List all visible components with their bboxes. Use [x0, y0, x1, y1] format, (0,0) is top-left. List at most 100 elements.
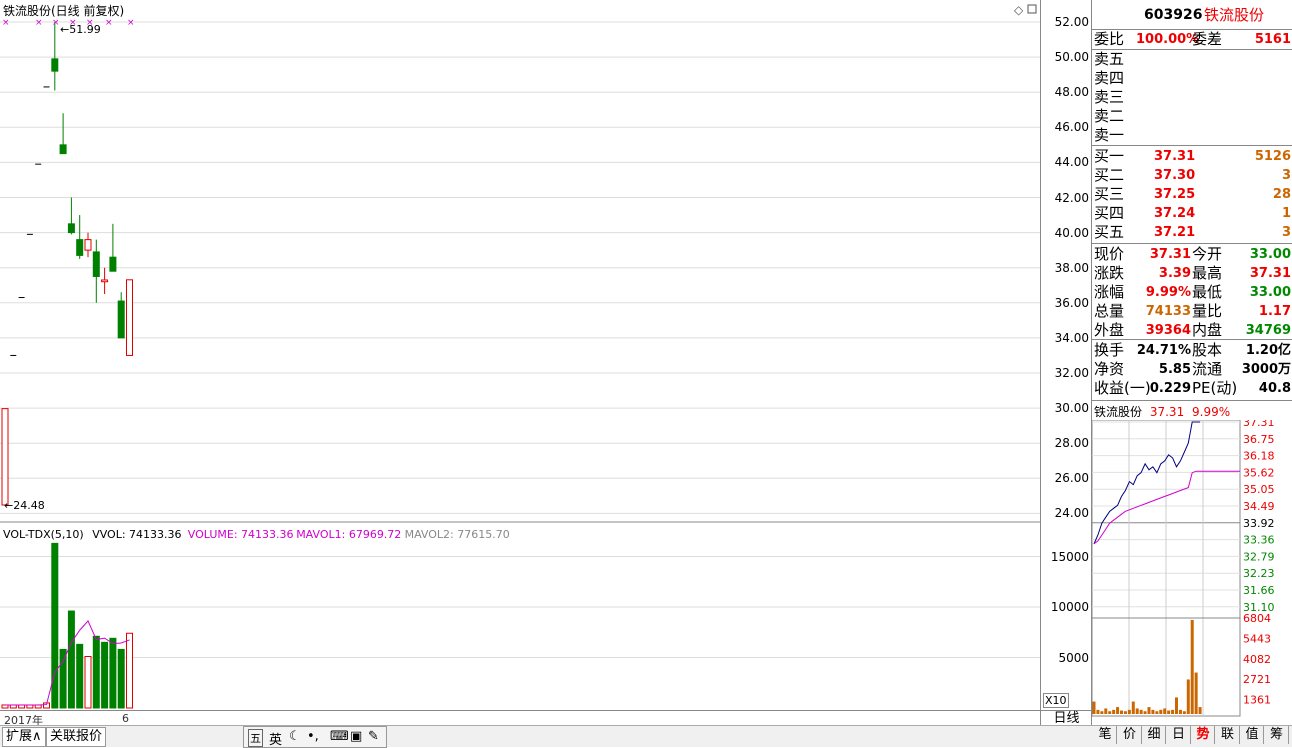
- mini-price-tick: 33.92: [1243, 517, 1275, 530]
- toolbox-icon[interactable]: ▣: [350, 729, 362, 744]
- price-tick-label: 30.00: [1054, 401, 1089, 416]
- stat-value: 37.31: [1249, 266, 1291, 281]
- stat-row: 外盘 39364 内盘 34769: [1094, 321, 1291, 340]
- wrench-icon[interactable]: ✎: [368, 729, 379, 744]
- stat-label: 涨幅: [1094, 283, 1125, 301]
- price-tick-label: 50.00: [1054, 50, 1089, 65]
- candle-body: [126, 279, 133, 356]
- price-tick-label: 40.00: [1054, 225, 1089, 240]
- candle-body: [92, 251, 100, 277]
- tab-expand[interactable]: 扩展∧: [2, 727, 46, 747]
- right-tab[interactable]: 联: [1217, 726, 1240, 744]
- bid-volume: 5126: [1254, 149, 1291, 164]
- price-tick-label: 42.00: [1054, 190, 1089, 205]
- mini-pct: 9.99%: [1192, 405, 1231, 419]
- period-label[interactable]: 日线: [1040, 710, 1092, 726]
- divider: [1092, 400, 1292, 401]
- event-marker: ×: [35, 18, 43, 28]
- stat-label: 今开: [1192, 245, 1223, 263]
- stat-row: 总量 74133 量比 1.17: [1094, 302, 1291, 321]
- ask-label: 卖二: [1094, 107, 1125, 125]
- price-tick-label: 34.00: [1054, 330, 1089, 345]
- candle-body: [101, 279, 109, 283]
- right-tabs: 笔价细日势联值筹: [1091, 725, 1292, 746]
- event-marker: ×: [127, 18, 135, 28]
- right-tab[interactable]: 笔: [1094, 726, 1117, 744]
- stat-value: 37.31: [1149, 247, 1191, 262]
- volume-header-3: MAVOL1: 67969.72: [296, 528, 401, 541]
- ask-label: 卖三: [1094, 88, 1125, 106]
- stat-value: 74133: [1145, 304, 1191, 319]
- divider: [1092, 339, 1292, 340]
- price-tick-label: 38.00: [1054, 260, 1089, 275]
- punctuation-icon[interactable]: •,: [307, 729, 319, 744]
- bid-row: 买二 37.30 3: [1094, 166, 1291, 185]
- ime-english-icon[interactable]: 英: [269, 729, 282, 748]
- volume-header-1: VVOL: 74133.36: [92, 528, 181, 541]
- price-tick-label: 26.00: [1054, 471, 1089, 486]
- date-axis-month: 6: [122, 712, 129, 725]
- mini-volume-tick: 1361: [1243, 694, 1271, 707]
- candle-body: [117, 300, 125, 339]
- diamond-icon: ◇: [1014, 3, 1024, 17]
- price-tick-label: 48.00: [1054, 85, 1089, 100]
- mini-price-tick: 35.62: [1243, 466, 1275, 479]
- moon-icon[interactable]: ☾: [289, 729, 301, 744]
- stat-value: 1.17: [1258, 304, 1291, 319]
- maximize-icon: [1027, 4, 1037, 14]
- mini-price-tick: 36.18: [1243, 450, 1275, 463]
- bid-row: 买四 37.24 1: [1094, 204, 1291, 223]
- ask-row: 卖二: [1094, 107, 1291, 126]
- bid-price: 37.31: [1154, 149, 1196, 164]
- candle-body: [67, 223, 75, 234]
- candle-body: [109, 256, 117, 272]
- mini-price-tick: 32.79: [1243, 550, 1275, 563]
- right-tab[interactable]: 价: [1119, 726, 1142, 744]
- candle-body: [1, 408, 9, 506]
- bid-volume: 28: [1272, 187, 1291, 202]
- ime-wubi-icon[interactable]: 五: [248, 729, 263, 747]
- stat-label: 外盘: [1094, 321, 1125, 339]
- mini-price-tick: 34.49: [1243, 500, 1275, 513]
- stat-label: 涨跌: [1094, 264, 1125, 282]
- price-tick-label: 44.00: [1054, 155, 1089, 170]
- max-price-label: ←51.99: [60, 23, 101, 36]
- keyboard-icon[interactable]: ⌨: [330, 729, 349, 744]
- stat-label: 现价: [1094, 245, 1125, 263]
- right-tab[interactable]: 日: [1168, 726, 1191, 744]
- mini-price-tick: 32.23: [1243, 567, 1275, 580]
- stat-value: 9.99%: [1145, 285, 1191, 300]
- volume-header-2: VOLUME: 74133.36: [188, 528, 294, 541]
- mini-price-tick: 33.36: [1243, 534, 1275, 547]
- fundamental-row: 收益(一) 0.229 PE(动) 40.8: [1094, 379, 1291, 398]
- right-tab[interactable]: 筹: [1266, 726, 1289, 744]
- mini-price-tick: 36.75: [1243, 433, 1275, 446]
- ask-row: 卖三: [1094, 88, 1291, 107]
- stat-value: 34769: [1245, 323, 1291, 338]
- price-tick-label: 28.00: [1054, 436, 1089, 451]
- fund-label: PE(动): [1192, 379, 1238, 397]
- stat-label: 最低: [1192, 283, 1223, 301]
- price-tick-label: 24.00: [1054, 506, 1089, 521]
- price-tick-label: 32.00: [1054, 366, 1089, 380]
- ask-row: 卖四: [1094, 69, 1291, 88]
- right-tab[interactable]: 值: [1241, 726, 1264, 744]
- volume-tick-label: 15000: [1050, 549, 1089, 564]
- bid-label: 买三: [1094, 185, 1125, 203]
- right-tab[interactable]: 细: [1143, 726, 1166, 744]
- stat-label: 总量: [1094, 302, 1125, 320]
- volume-multiplier: X10: [1043, 693, 1069, 708]
- bid-volume: 3: [1281, 225, 1291, 240]
- kline-chart[interactable]: 铁流股份(日线 前复权) ◇ × × × × × × × ←51.99 ←24.48 VOL-TDX(…: [0, 0, 1040, 712]
- volume-bar: [76, 643, 84, 709]
- bid-price: 37.25: [1154, 187, 1196, 202]
- mini-average-line: [1093, 470, 1240, 545]
- intraday-chart[interactable]: 37.31 36.75 36.18 35.62 35.05 34.49 33.92 33.36…: [1092, 420, 1292, 720]
- volume-bar: [109, 637, 117, 709]
- price-tick-label: 52.00: [1054, 15, 1089, 29]
- tab-related-quote[interactable]: 关联报价: [46, 727, 107, 747]
- bid-label: 买四: [1094, 204, 1125, 222]
- kline-svg[interactable]: 铁流股份(日线 前复权) ◇× × × × × × ×←51.99←24.48VOL-TDX(…: [0, 0, 1040, 712]
- right-tab[interactable]: 势: [1192, 726, 1215, 744]
- divider: [1092, 243, 1292, 244]
